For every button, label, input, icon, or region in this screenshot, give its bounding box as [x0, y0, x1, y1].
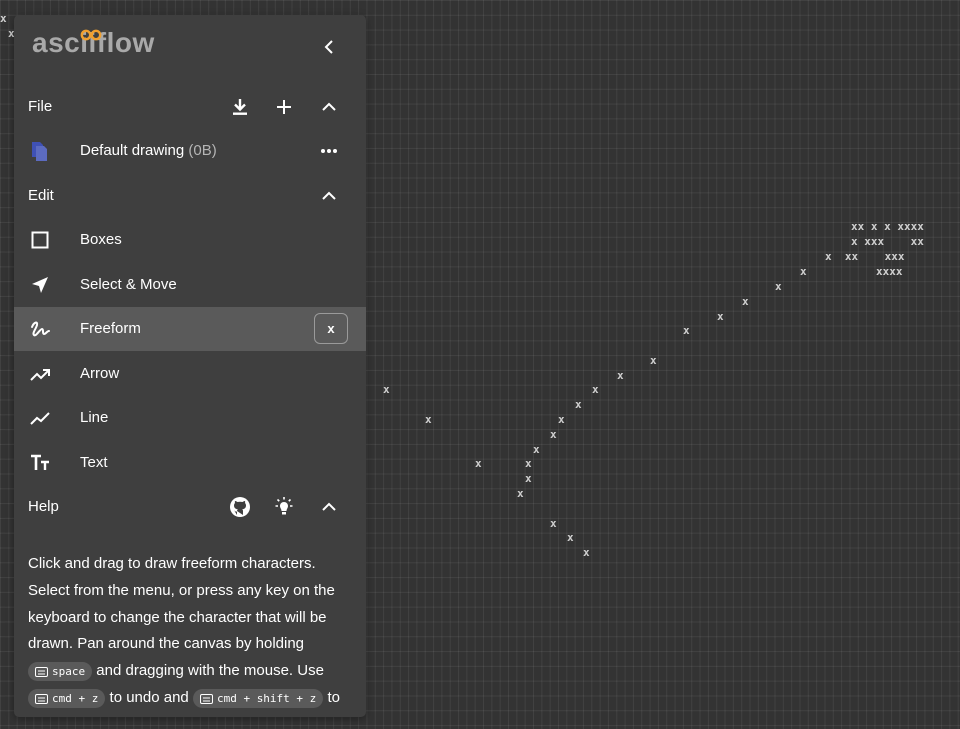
keyboard-icon — [199, 693, 213, 704]
file-copy-icon — [32, 142, 47, 161]
more-horiz-icon[interactable] — [317, 139, 341, 163]
gesture-icon — [31, 321, 50, 337]
help-text-2: and dragging with the mouse. Use — [96, 662, 324, 680]
show-chart-icon — [30, 412, 50, 425]
tool-line[interactable]: Line — [14, 396, 366, 440]
drawing-item[interactable]: Default drawing (0B) — [14, 129, 366, 173]
canvas-char: x — [383, 383, 390, 396]
chevron-up-icon[interactable] — [317, 95, 341, 119]
file-section-label: File — [28, 98, 53, 115]
keyboard-icon — [35, 693, 48, 704]
edit-section-header: Edit — [14, 174, 366, 218]
tool-label: Arrow — [80, 365, 120, 382]
canvas-char: xxxx — [876, 265, 903, 278]
canvas-char: x — [525, 457, 532, 470]
canvas-char: x — [533, 443, 540, 456]
download-icon[interactable] — [228, 95, 252, 119]
canvas-char: x xx xxx — [825, 250, 905, 263]
canvas-char: x — [617, 369, 624, 382]
square-outline-icon — [31, 231, 49, 249]
keyboard-icon — [35, 667, 48, 678]
tool-label: Freeform — [80, 320, 141, 337]
trending-up-icon — [30, 369, 50, 381]
tool-select-move[interactable]: Select & Move — [14, 263, 366, 307]
canvas-char: x xxx xx — [851, 235, 924, 248]
key-redo: cmd + shift + z — [216, 691, 317, 705]
tool-label: Select & Move — [80, 276, 177, 293]
canvas-char: x — [683, 324, 690, 337]
canvas-char: x — [592, 383, 599, 396]
canvas-char: x — [525, 472, 532, 485]
key-space: space — [52, 665, 86, 679]
key-chip-space: space — [28, 662, 93, 682]
logo-row: asciiflow — [14, 15, 366, 77]
text-fields-icon — [31, 454, 49, 470]
canvas-char: x — [517, 487, 524, 500]
drawing-label: Default drawing (0B) — [80, 142, 217, 159]
cursor-arrow-icon — [32, 277, 48, 293]
chevron-left-icon[interactable] — [317, 35, 341, 59]
help-text-4: to — [327, 688, 340, 706]
canvas-char: x — [558, 413, 565, 426]
infinity-logo-icon — [80, 29, 102, 41]
tool-label: Text — [80, 454, 108, 471]
canvas-char: x — [425, 413, 432, 426]
canvas-char: x — [650, 354, 657, 367]
drawing-name: Default drawing — [80, 142, 185, 159]
canvas-char: x — [567, 531, 574, 544]
key-undo: cmd + z — [52, 691, 99, 705]
canvas-char: x — [550, 517, 557, 530]
canvas-char: x — [775, 280, 782, 293]
key-chip-undo: cmd + z — [28, 688, 106, 708]
drawing-size: (0B) — [188, 142, 217, 159]
tool-freeform[interactable]: Freeform x — [14, 307, 366, 351]
tool-text[interactable]: Text — [14, 441, 366, 485]
canvas-char: x — [717, 310, 724, 323]
help-section-label: Help — [28, 498, 59, 515]
freeform-char-badge[interactable]: x — [314, 313, 348, 344]
key-chip-redo: cmd + shift + z — [192, 688, 324, 708]
help-section-header: Help — [14, 485, 366, 529]
help-description: Click and drag to draw freeform characte… — [28, 551, 348, 712]
help-text-3: to undo and — [109, 688, 189, 706]
canvas-char: x — [0, 12, 7, 25]
canvas-char: x — [475, 457, 482, 470]
tool-arrow[interactable]: Arrow — [14, 352, 366, 396]
canvas-char: x — [583, 546, 590, 559]
lightbulb-icon[interactable] — [272, 495, 296, 519]
chevron-up-icon[interactable] — [317, 184, 341, 208]
canvas-char: x — [575, 398, 582, 411]
chevron-up-icon[interactable] — [317, 495, 341, 519]
help-text-1: Click and drag to draw freeform characte… — [28, 555, 335, 653]
canvas-char: x — [550, 428, 557, 441]
file-section-header: File — [14, 85, 366, 129]
add-icon[interactable] — [272, 95, 296, 119]
tool-label: Boxes — [80, 231, 122, 248]
side-panel: asciiflow File Default drawing (0B) Edit… — [14, 15, 366, 717]
canvas-char: x — [800, 265, 807, 278]
tool-label: Line — [80, 409, 109, 426]
github-icon[interactable] — [228, 495, 252, 519]
canvas-char: xx x x xxxx — [851, 220, 924, 233]
tool-boxes[interactable]: Boxes — [14, 218, 366, 262]
canvas-char: x — [742, 295, 749, 308]
edit-section-label: Edit — [28, 187, 54, 204]
